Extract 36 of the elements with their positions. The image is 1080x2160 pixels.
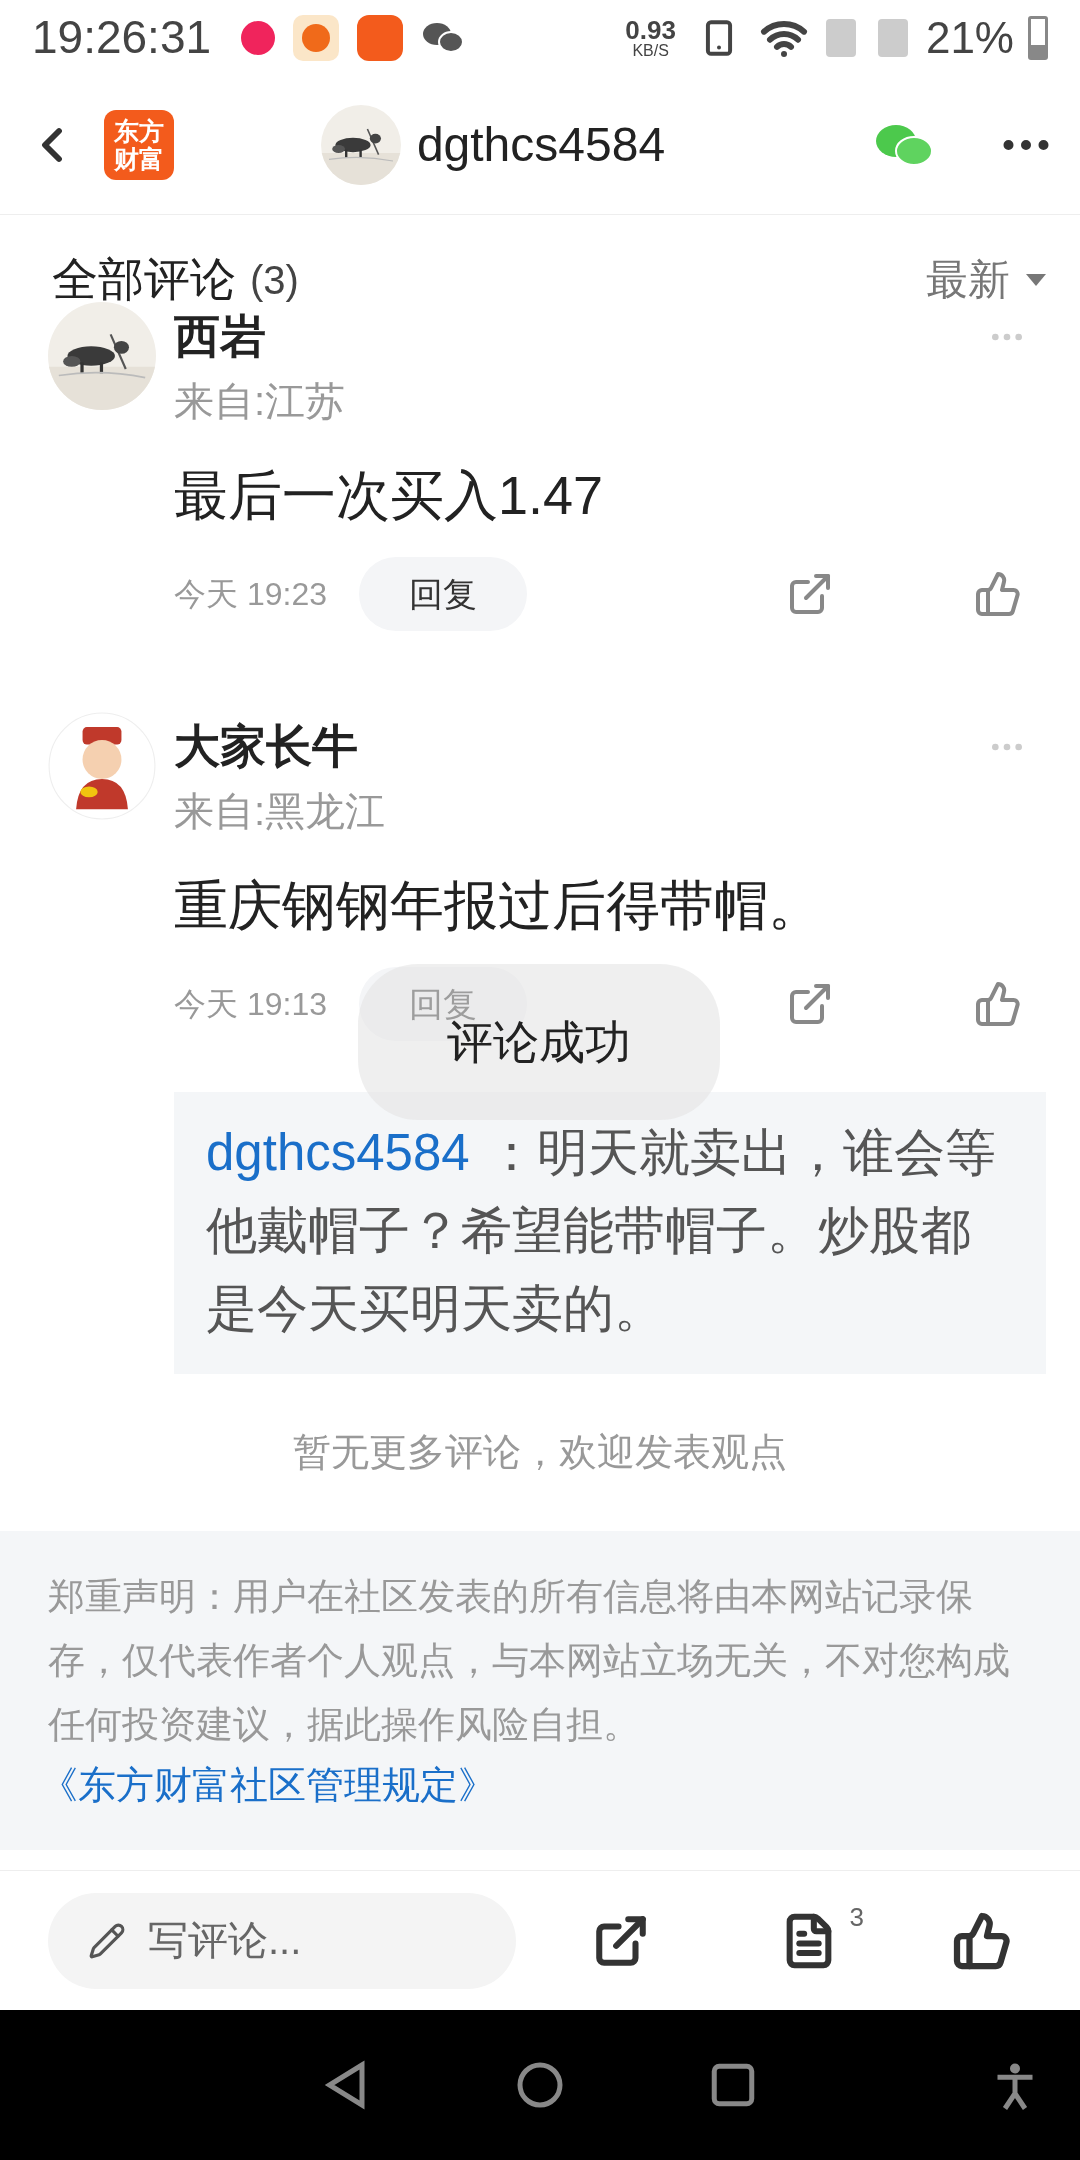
app-notification-icon	[241, 20, 276, 55]
status-time: 19:26:31	[32, 10, 212, 65]
reply-button[interactable]: 回复	[358, 557, 527, 631]
disclaimer-text: 郑重声明：用户在社区发表的所有信息将由本网站记录保存，仅代表作者个人观点，与本网站立场无关，不对您构成任何投资建议，据此操作风险自担。	[48, 1575, 1011, 1747]
no-more-comments-note: 暂无更多评论，欢迎发表观点	[293, 1430, 787, 1475]
app-notification-icon	[357, 14, 404, 61]
comment-input-field[interactable]: 写评论...	[48, 1892, 516, 1989]
community-rules-link[interactable]: 《东方财富社区管理规定》	[40, 1757, 1032, 1814]
battery-icon	[1028, 15, 1048, 60]
comment-time: 今天 19:23	[174, 575, 327, 614]
no-sim-icon	[825, 18, 856, 57]
comment-time: 今天 19:13	[174, 985, 327, 1024]
comments-count: (3)	[250, 256, 299, 304]
reply-text: dgthcs4584 ：明天就卖出，谁会等他戴帽子？希望能带帽子。炒股都是今天买明天卖的。	[206, 1123, 997, 1339]
battery-percent: 21%	[925, 11, 1014, 64]
pencil-icon	[88, 1921, 126, 1960]
commenter-location: 来自:江苏	[174, 378, 347, 425]
comment-text: 重庆钢钢年报过后得带帽。	[174, 874, 823, 937]
reply-author-link[interactable]: dgthcs4584	[206, 1124, 470, 1181]
header-username: dgthcs4584	[416, 116, 666, 173]
app-notification-icon	[293, 14, 340, 61]
avatar-icon	[48, 712, 156, 820]
sort-dropdown[interactable]: 最新	[926, 248, 1046, 311]
network-speed: 0.93	[625, 16, 676, 43]
comment-count-label: 3	[849, 1900, 864, 1934]
network-unit: KB/S	[632, 42, 669, 59]
no-sim-icon	[877, 18, 908, 57]
comment-text: 最后一次买入1.47	[174, 464, 605, 527]
like-button[interactable]	[952, 1910, 1012, 1971]
caret-icon	[1026, 273, 1046, 286]
commenter-name: 西岩	[174, 309, 267, 364]
commenter-name: 大家长牛	[174, 719, 359, 774]
home-nav-button[interactable]	[515, 2060, 565, 2110]
comments-title: 全部评论	[52, 252, 236, 307]
app-logo: 东方 财富	[104, 109, 174, 180]
commenter-location: 来自:黑龙江	[174, 788, 387, 835]
